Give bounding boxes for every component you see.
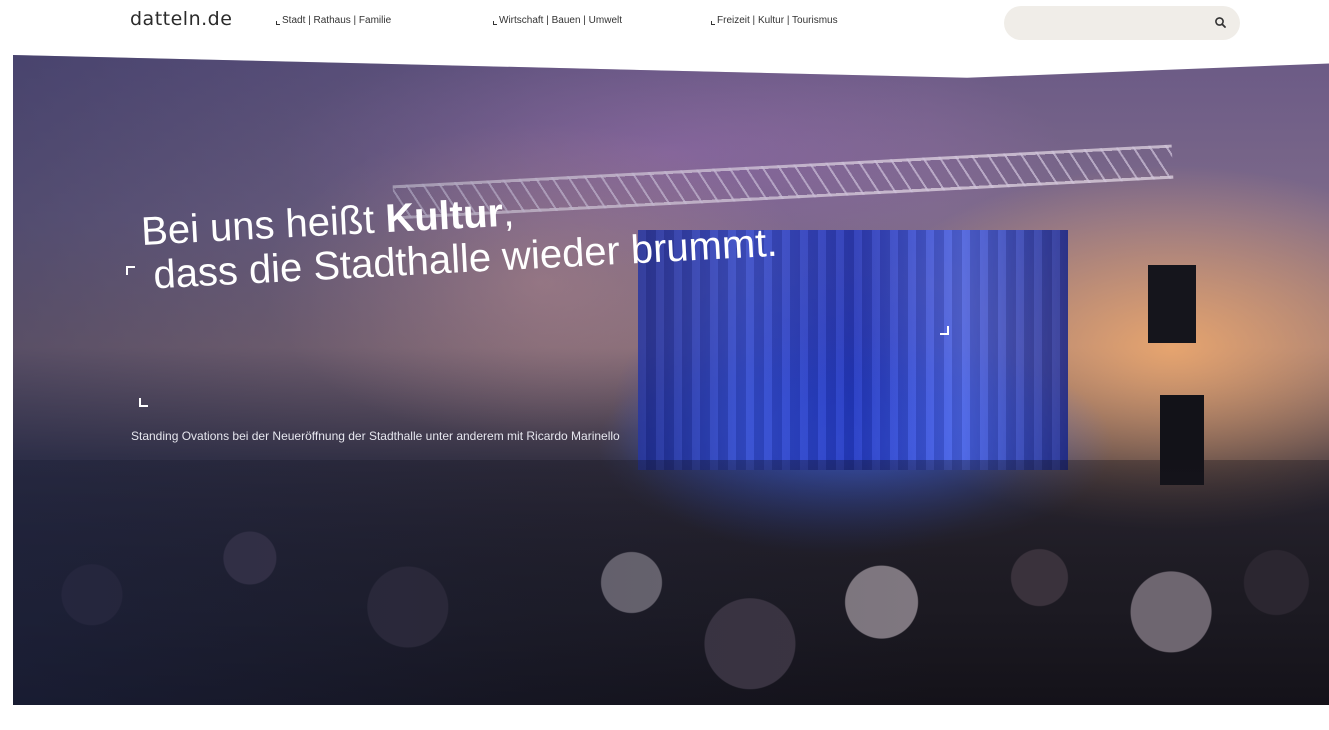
bracket-bottom-left-icon <box>139 398 148 407</box>
site-logo[interactable]: datteln.de <box>130 8 232 30</box>
nav-item-wirtschaft-bauen-umwelt[interactable]: Wirtschaft | Bauen | Umwelt <box>493 15 622 26</box>
headline-comma: , <box>501 190 516 235</box>
corner-bracket-icon <box>711 21 715 25</box>
nav-item-label: Wirtschaft | Bauen | Umwelt <box>499 15 623 26</box>
bracket-bottom-right-icon <box>940 326 949 335</box>
search-box <box>1004 6 1240 40</box>
nav-item-label: Freizeit | Kultur | Tourismus <box>717 15 838 26</box>
search-icon[interactable] <box>1214 16 1228 30</box>
hero-caption: Standing Ovations bei der Neueröffnung d… <box>131 429 620 443</box>
bracket-top-left-icon <box>126 266 135 275</box>
corner-bracket-icon <box>276 21 280 25</box>
nav-item-stadt-rathaus-familie[interactable]: Stadt | Rathaus | Familie <box>276 15 391 26</box>
nav-item-freizeit-kultur-tourismus[interactable]: Freizeit | Kultur | Tourismus <box>711 15 838 26</box>
headline-emphasis: Kultur <box>384 191 505 242</box>
hero-banner <box>13 55 1329 705</box>
top-navigation-bar: datteln.de Stadt | Rathaus | Familie Wir… <box>0 0 1329 50</box>
search-input[interactable] <box>1018 13 1208 33</box>
nav-item-label: Stadt | Rathaus | Familie <box>282 15 392 26</box>
hero-overlay <box>13 55 1329 705</box>
corner-bracket-icon <box>493 21 497 25</box>
